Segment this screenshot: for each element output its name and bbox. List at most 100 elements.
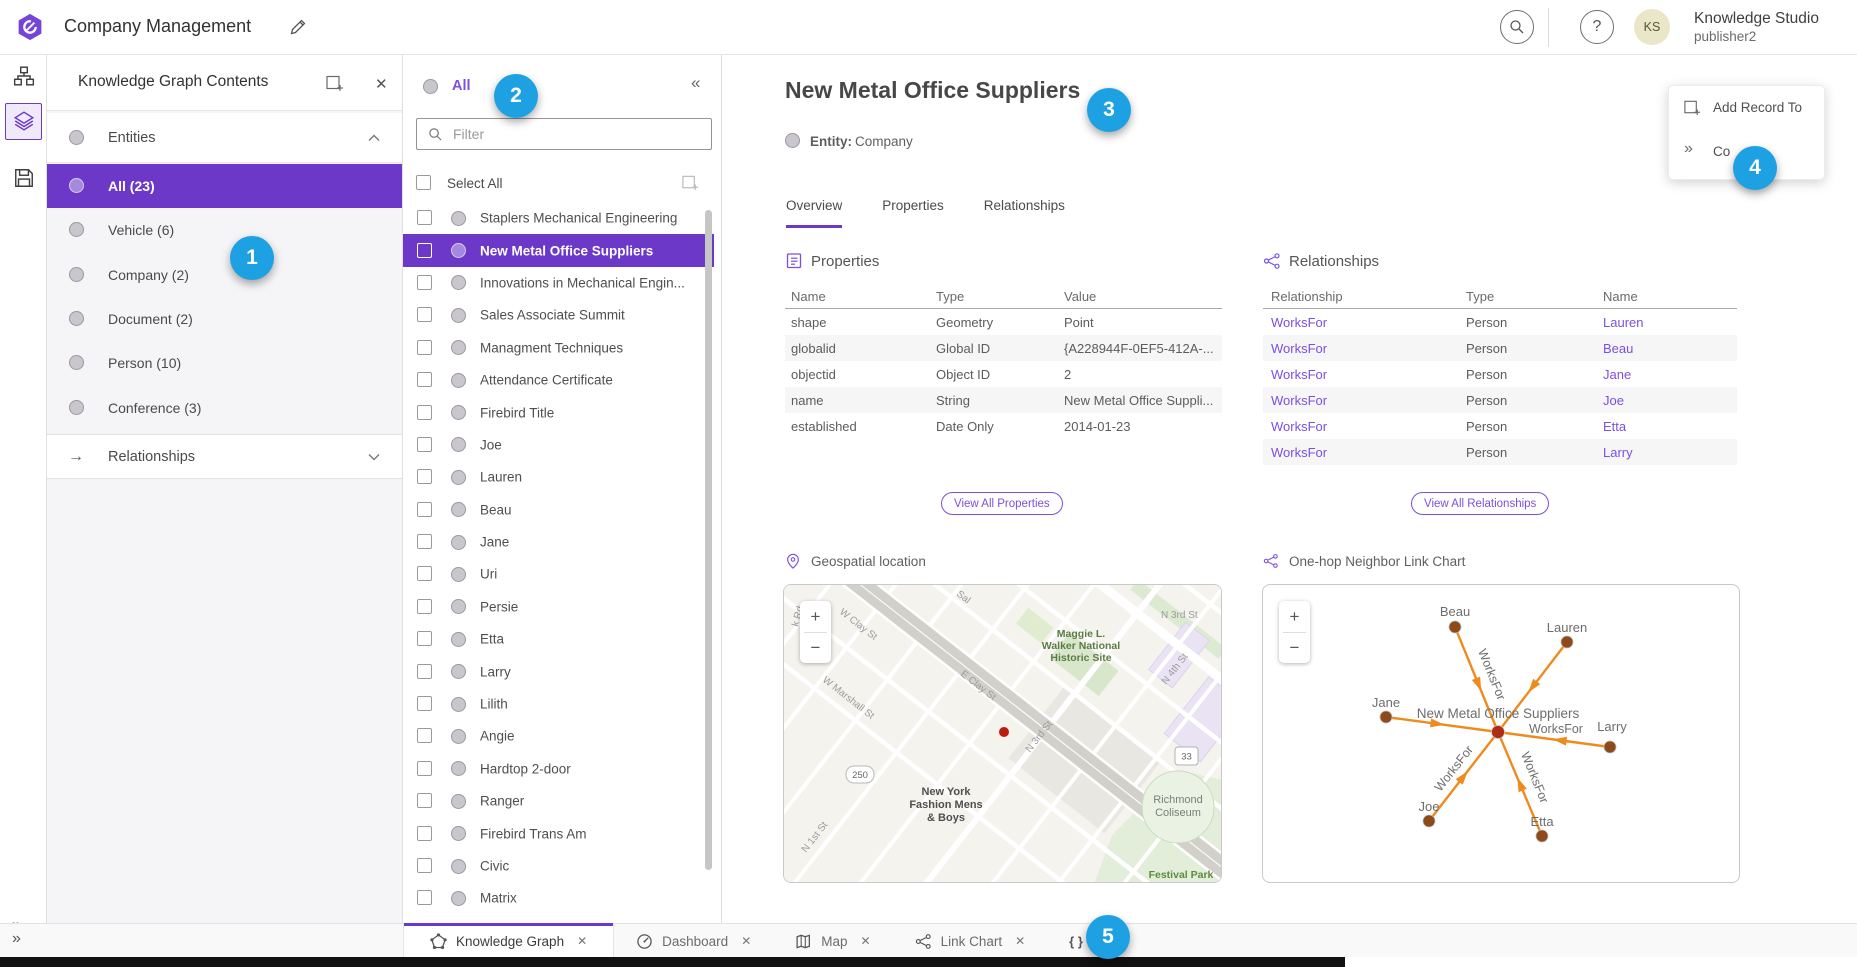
collapse-panel-icon[interactable]: « [691,73,700,93]
list-item[interactable]: Lauren [403,461,714,493]
relationship-name-link[interactable]: Lauren [1603,315,1737,330]
tab-link-chart[interactable]: Link Chart ✕ [893,924,1048,958]
list-item[interactable]: Firebird Trans Am [403,817,714,849]
zoom-out-button[interactable]: − [800,632,831,663]
tab-map[interactable]: Map ✕ [773,924,892,958]
relationship-row[interactable]: WorksForPersonEtta [1263,413,1737,439]
item-checkbox[interactable] [417,502,432,517]
item-checkbox[interactable] [417,631,432,646]
item-checkbox[interactable] [417,696,432,711]
property-row[interactable]: shapeGeometryPoint [785,309,1222,335]
entity-dot-icon[interactable] [69,400,84,415]
item-checkbox[interactable] [417,858,432,873]
entity-dot-icon[interactable] [69,178,84,193]
view-all-relationships-button[interactable]: View All Relationships [1411,492,1549,515]
item-checkbox[interactable] [417,793,432,808]
tab-relationships[interactable]: Relationships [984,198,1065,228]
relationship-row[interactable]: WorksForPersonLauren [1263,309,1737,335]
list-item[interactable]: Larry [403,655,714,687]
item-checkbox[interactable] [417,437,432,452]
list-item[interactable]: Sales Associate Summit [403,299,714,331]
map-canvas[interactable]: W Clay St W Marshall St E Clay St N 3rd … [784,585,1222,883]
layers-icon[interactable] [13,110,35,132]
tab-dashboard[interactable]: Dashboard ✕ [614,924,773,958]
property-row[interactable]: objectidObject ID2 [785,361,1222,387]
relationship-row[interactable]: WorksForPersonJoe [1263,387,1737,413]
entity-type-row[interactable]: Document (2) [47,297,402,341]
add-layer-icon[interactable] [325,73,345,93]
list-item[interactable]: Jane [403,526,714,558]
relationship-name-link[interactable]: Larry [1603,445,1737,460]
tab-properties[interactable]: Properties [882,198,944,228]
zoom-in-button[interactable]: + [800,601,831,632]
link-chart-canvas[interactable]: Beau Lauren Jane Larry Joe Etta New Meta… [1263,585,1740,883]
item-checkbox[interactable] [417,469,432,484]
item-checkbox[interactable] [417,340,432,355]
list-item[interactable]: Uri [403,558,714,590]
node-etta[interactable] [1536,830,1548,842]
edit-title-icon[interactable] [288,17,308,37]
relationship-name-link[interactable]: Beau [1603,341,1737,356]
close-tab-icon[interactable]: ✕ [861,934,871,948]
view-all-properties-button[interactable]: View All Properties [941,492,1063,515]
entity-dot-icon[interactable] [69,222,84,237]
list-item[interactable]: Attendance Certificate [403,364,714,396]
chevron-down-icon[interactable] [368,453,380,461]
one-hop-link-chart[interactable]: Beau Lauren Jane Larry Joe Etta New Meta… [1262,584,1740,883]
add-record-icon[interactable] [681,173,700,192]
list-item[interactable]: Lilith [403,688,714,720]
item-checkbox[interactable] [417,890,432,905]
relationship-link[interactable]: WorksFor [1271,315,1466,330]
relationship-link[interactable]: WorksFor [1271,419,1466,434]
list-item[interactable]: Beau [403,494,714,526]
entity-type-row[interactable]: Person (10) [47,341,402,385]
list-item[interactable]: New Metal Office Suppliers [403,234,714,266]
item-checkbox[interactable] [417,307,432,322]
list-item[interactable]: Innovations in Mechanical Engin... [403,267,714,299]
property-row[interactable]: globalidGlobal ID{A228944F-0EF5-412A-... [785,335,1222,361]
list-item[interactable]: Staplers Mechanical Engineering [403,202,714,234]
expand-bottom-icon[interactable]: » [12,930,21,948]
item-checkbox[interactable] [417,664,432,679]
item-checkbox[interactable] [417,243,432,258]
entity-dot-icon[interactable] [69,267,84,282]
list-item[interactable]: Firebird Title [403,396,714,428]
node-joe[interactable] [1423,815,1435,827]
relationship-name-link[interactable]: Jane [1603,367,1737,382]
list-item[interactable]: Persie [403,591,714,623]
item-checkbox[interactable] [417,599,432,614]
entity-type-row[interactable]: Vehicle (6) [47,208,402,252]
item-checkbox[interactable] [417,372,432,387]
tab-overview[interactable]: Overview [786,198,842,228]
node-larry[interactable] [1604,741,1616,753]
zoom-in-button[interactable]: + [1279,601,1310,632]
relationship-link[interactable]: WorksFor [1271,367,1466,382]
item-checkbox[interactable] [417,210,432,225]
item-checkbox[interactable] [417,826,432,841]
list-item[interactable]: Joe [403,429,714,461]
list-item[interactable]: Hardtop 2-door [403,753,714,785]
chevron-up-icon[interactable] [368,134,380,142]
item-checkbox[interactable] [417,566,432,581]
entity-type-row[interactable]: All (23) [47,164,402,208]
menu-item-add-record-to[interactable]: Add Record To [1669,86,1824,130]
list-item[interactable]: Matrix [403,882,714,914]
entities-section-header[interactable]: Entities [47,113,402,163]
relationship-link[interactable]: WorksFor [1271,445,1466,460]
save-icon[interactable] [13,167,35,189]
property-row[interactable]: nameStringNew Metal Office Suppli... [785,387,1222,413]
entity-dot-icon[interactable] [69,311,84,326]
entity-type-row[interactable]: Conference (3) [47,385,402,429]
close-tab-icon[interactable]: ✕ [1015,934,1025,948]
relationship-row[interactable]: WorksForPersonLarry [1263,439,1737,465]
relationship-link[interactable]: WorksFor [1271,393,1466,408]
list-item[interactable]: Civic [403,850,714,882]
item-checkbox[interactable] [417,761,432,776]
node-jane[interactable] [1380,711,1392,723]
list-item[interactable]: Angie [403,720,714,752]
close-tab-icon[interactable]: ✕ [741,934,751,948]
relationship-row[interactable]: WorksForPersonBeau [1263,335,1737,361]
relationship-link[interactable]: WorksFor [1271,341,1466,356]
item-checkbox[interactable] [417,275,432,290]
geospatial-map[interactable]: W Clay St W Marshall St E Clay St N 3rd … [783,584,1222,883]
